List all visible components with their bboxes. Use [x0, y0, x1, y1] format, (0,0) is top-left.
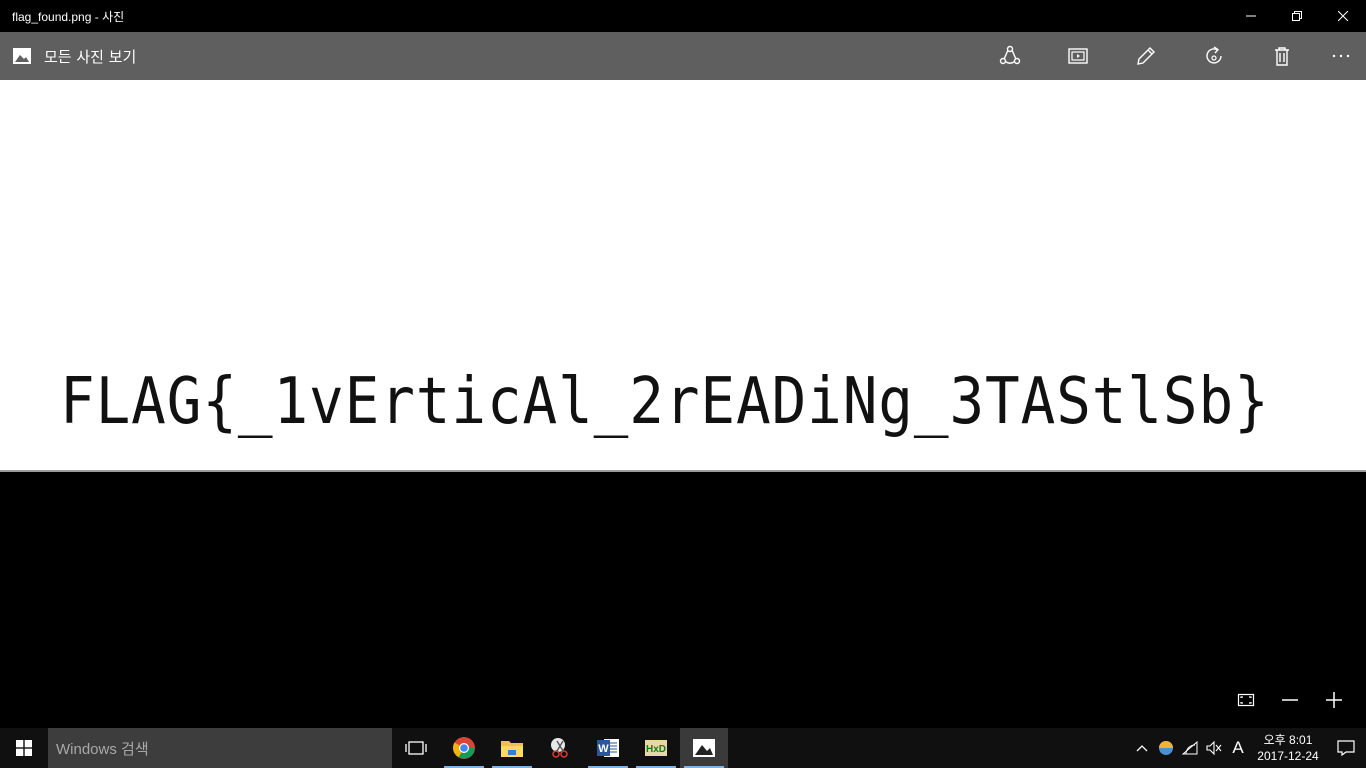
zoom-out-button[interactable]: [1270, 680, 1310, 720]
more-icon: [1332, 54, 1350, 58]
word-icon: W: [597, 739, 619, 757]
fit-screen-icon: [1237, 693, 1255, 707]
zoom-in-button[interactable]: [1314, 680, 1354, 720]
search-placeholder: Windows 검색: [56, 740, 149, 758]
taskbar-snipping-tool[interactable]: [536, 728, 584, 768]
input-method-indicator[interactable]: A: [1226, 728, 1250, 768]
view-all-photos-link[interactable]: 모든 사진 보기: [44, 46, 976, 67]
windows-logo-icon: [16, 740, 32, 756]
scissors-icon: [551, 738, 568, 758]
trash-icon: [1275, 47, 1289, 66]
taskbar-clock[interactable]: 오후 8:01 2017-12-24: [1250, 732, 1326, 764]
restore-button[interactable]: [1274, 0, 1320, 32]
close-icon: [1338, 11, 1348, 21]
minimize-button[interactable]: [1228, 0, 1274, 32]
slideshow-icon: [1068, 48, 1088, 64]
displayed-image: FLAG{_1vErticAl_2rEADiNg_3TAStlSb}: [0, 80, 1366, 472]
taskbar-photos[interactable]: [680, 728, 728, 768]
minus-icon: [1282, 699, 1298, 701]
svg-text:W: W: [598, 743, 609, 755]
notification-icon: [1337, 740, 1355, 756]
volume-muted-icon: [1206, 741, 1222, 755]
task-view-button[interactable]: [392, 728, 440, 768]
taskbar-hex-editor[interactable]: HxD: [632, 728, 680, 768]
chrome-icon: [453, 737, 475, 759]
share-icon: [999, 45, 1021, 65]
taskbar-search-box[interactable]: Windows 검색: [48, 728, 392, 768]
pencil-icon: [1137, 47, 1155, 65]
chevron-up-icon: [1136, 745, 1148, 752]
rotate-icon: [1206, 46, 1222, 64]
network-button[interactable]: [1178, 728, 1202, 768]
action-center-button[interactable]: [1326, 728, 1366, 768]
share-button[interactable]: [976, 32, 1044, 80]
title-bar: flag_found.png - 사진: [0, 0, 1366, 32]
wifi-icon: [1182, 741, 1198, 755]
flag-text: FLAG{_1vErticAl_2rEADiNg_3TAStlSb}: [60, 365, 1270, 439]
system-tray: A 오후 8:01 2017-12-24: [1130, 728, 1366, 768]
edit-button[interactable]: [1112, 32, 1180, 80]
taskbar-chrome[interactable]: [440, 728, 488, 768]
restore-icon: [1292, 11, 1302, 21]
more-options-button[interactable]: [1316, 32, 1366, 80]
photos-icon: [693, 739, 715, 757]
zoom-controls: [1226, 680, 1354, 720]
show-hidden-icons-button[interactable]: [1130, 728, 1154, 768]
task-view-icon: [405, 741, 427, 755]
close-button[interactable]: [1320, 0, 1366, 32]
photo-viewer[interactable]: FLAG{_1vErticAl_2rEADiNg_3TAStlSb}: [0, 80, 1366, 728]
minimize-icon: [1246, 15, 1256, 17]
delete-button[interactable]: [1248, 32, 1316, 80]
window-title: flag_found.png - 사진: [12, 9, 125, 24]
hxd-icon: HxD: [645, 740, 667, 756]
clock-date: 2017-12-24: [1257, 749, 1319, 763]
taskbar-word[interactable]: W: [584, 728, 632, 768]
photos-app-icon: [12, 46, 32, 66]
app-toolbar: 모든 사진 보기: [0, 32, 1366, 80]
tray-app-button[interactable]: [1154, 728, 1178, 768]
start-button[interactable]: [0, 728, 48, 768]
folder-icon: [501, 741, 523, 757]
rotate-button[interactable]: [1180, 32, 1248, 80]
taskbar: Windows 검색 W HxD A 오후 8:01 2017-12-24: [0, 728, 1366, 768]
plus-icon: [1326, 692, 1342, 708]
clock-time: 오후 8:01: [1263, 733, 1313, 747]
volume-button[interactable]: [1202, 728, 1226, 768]
slideshow-button[interactable]: [1044, 32, 1112, 80]
fit-to-window-button[interactable]: [1226, 680, 1266, 720]
weather-orb-icon: [1159, 741, 1173, 755]
svg-text:HxD: HxD: [646, 744, 666, 755]
taskbar-file-explorer[interactable]: [488, 728, 536, 768]
